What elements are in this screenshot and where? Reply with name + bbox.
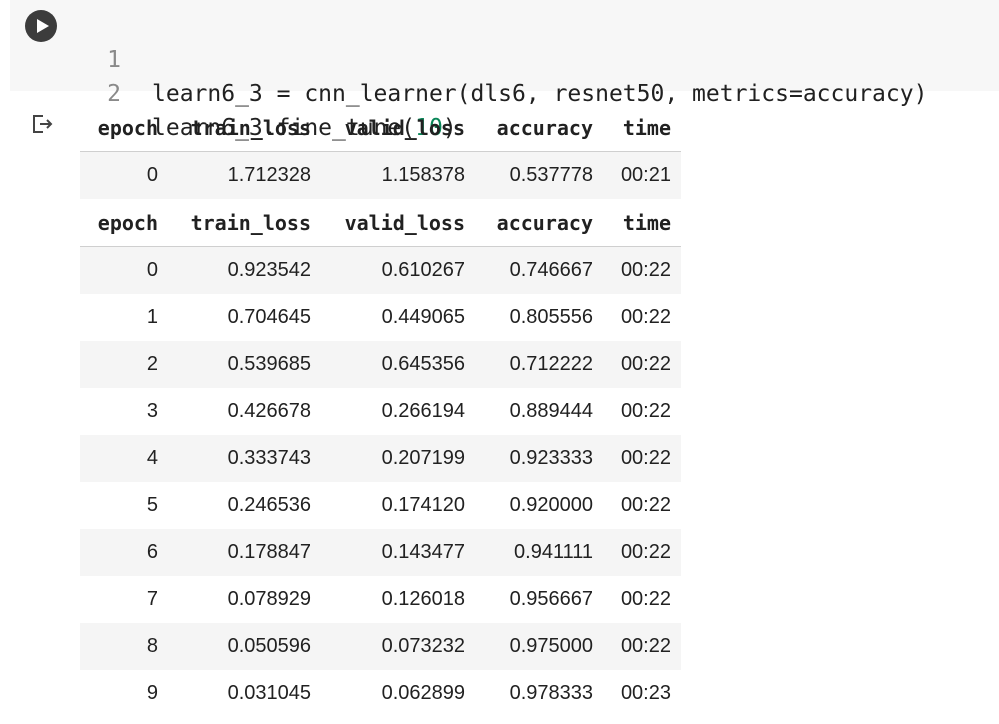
table-row: 9 0.031045 0.062899 0.978333 00:23 [80, 670, 681, 717]
table-row: 5 0.246536 0.174120 0.920000 00:22 [80, 482, 681, 529]
table-cell: 0.941111 [475, 529, 603, 576]
table-cell: 0.126018 [381, 588, 465, 610]
table-row: 6 0.178847 0.143477 0.941111 00:22 [80, 529, 681, 576]
code-line-1[interactable]: 1 learn6_3 = cnn_learner(dls6, resnet50,… [0, 9, 927, 107]
table-cell: 0 [80, 151, 168, 199]
table-row: 0 0.923542 0.610267 0.746667 00:22 [80, 246, 681, 294]
column-header: epoch [80, 104, 168, 152]
table-cell: 00:22 [620, 588, 671, 610]
table-cell: 0.050596 [168, 623, 321, 670]
column-header: valid_loss [321, 199, 475, 247]
table-cell: 4 [80, 435, 168, 482]
table-cell: 00:22 [603, 246, 681, 294]
table-cell: 00:22 [603, 529, 681, 576]
table-cell: 00:22 [603, 341, 681, 388]
column-header: train_loss [168, 104, 321, 152]
table-cell: 8 [80, 623, 168, 670]
table-cell: 0.923333 [475, 435, 603, 482]
column-header: time [603, 199, 681, 247]
line-number: 1 [107, 47, 121, 73]
column-header: accuracy [475, 104, 603, 152]
table-header-row: epoch train_loss valid_loss accuracy time [80, 199, 681, 247]
table-cell: 0.537778 [475, 151, 603, 199]
table-cell: 9 [146, 682, 158, 704]
table-cell: 0 [80, 246, 168, 294]
table-cell: 0.266194 [381, 400, 465, 422]
run-cell-button[interactable] [25, 10, 57, 42]
table-cell: 6 [80, 529, 168, 576]
play-icon [37, 19, 49, 33]
table-cell: 1 [146, 306, 158, 328]
column-header: train_loss [168, 199, 321, 247]
table-cell: 0.207199 [321, 435, 475, 482]
table-cell: 00:21 [603, 151, 681, 199]
table-row: 7 0.078929 0.126018 0.956667 00:22 [80, 576, 681, 623]
table-cell: 00:22 [620, 306, 671, 328]
table-cell: 00:22 [620, 400, 671, 422]
table-cell: 0.610267 [321, 246, 475, 294]
table-cell: 7 [146, 588, 158, 610]
table-row: 0 1.712328 1.158378 0.537778 00:21 [80, 151, 681, 199]
table-row: 1 0.704645 0.449065 0.805556 00:22 [80, 294, 681, 341]
table-row: 4 0.333743 0.207199 0.923333 00:22 [80, 435, 681, 482]
table-cell: 00:22 [620, 494, 671, 516]
table-cell: 0.920000 [509, 494, 593, 516]
table-cell: 0.975000 [475, 623, 603, 670]
table-cell: 0.031045 [227, 682, 311, 704]
table-row: 8 0.050596 0.073232 0.975000 00:22 [80, 623, 681, 670]
table-header-row: epoch train_loss valid_loss accuracy time [80, 104, 681, 152]
output-arrow-icon[interactable] [30, 112, 56, 136]
table-cell: 0.246536 [227, 494, 311, 516]
table-cell: 00:22 [603, 435, 681, 482]
table-cell: 0.078929 [227, 588, 311, 610]
table-cell: 0.805556 [509, 306, 593, 328]
column-header: valid_loss [321, 104, 475, 152]
table-cell: 0.645356 [321, 341, 475, 388]
table-cell: 0.174120 [381, 494, 465, 516]
table-cell: 00:23 [620, 682, 671, 704]
table-cell: 0.712222 [475, 341, 603, 388]
table-cell: 5 [146, 494, 158, 516]
table-cell: 00:22 [603, 623, 681, 670]
table-cell: 1.158378 [321, 151, 475, 199]
table-cell: 0.889444 [509, 400, 593, 422]
table-cell: 3 [146, 400, 158, 422]
table-cell: 0.426678 [227, 400, 311, 422]
table-cell: 1.712328 [168, 151, 321, 199]
table-row: 2 0.539685 0.645356 0.712222 00:22 [80, 341, 681, 388]
table-cell: 0.746667 [475, 246, 603, 294]
table-cell: 0.449065 [381, 306, 465, 328]
column-header: accuracy [475, 199, 603, 247]
table-cell: 0.539685 [168, 341, 321, 388]
table-cell: 0.062899 [381, 682, 465, 704]
table-cell: 0.143477 [321, 529, 475, 576]
training-results-table: epoch train_loss valid_loss accuracy time 0 1.… [80, 104, 681, 717]
code-line-2[interactable]: 2 learn6_3.fine_tune(10) [0, 43, 457, 141]
table-cell: 0.704645 [227, 306, 311, 328]
table-cell: 0.073232 [321, 623, 475, 670]
table-cell: 2 [80, 341, 168, 388]
table-row: 3 0.426678 0.266194 0.889444 00:22 [80, 388, 681, 435]
table-cell: 0.923542 [168, 246, 321, 294]
column-header: epoch [80, 199, 168, 247]
table-cell: 0.956667 [509, 588, 593, 610]
table-cell: 0.333743 [168, 435, 321, 482]
table-cell: 0.178847 [168, 529, 321, 576]
column-header: time [603, 104, 681, 152]
table-cell: 0.978333 [509, 682, 593, 704]
